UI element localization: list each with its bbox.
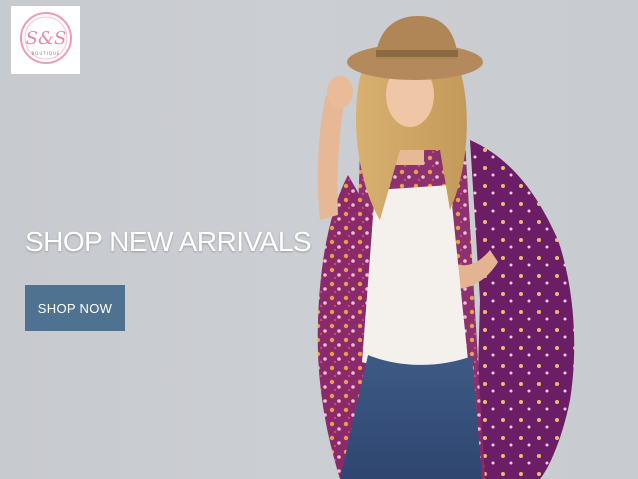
hero-banner: S&S BOUTIQUE SHOP NEW ARRIVALS SHOP NOW	[0, 0, 638, 479]
brand-logo[interactable]: S&S BOUTIQUE	[11, 6, 80, 74]
logo-text: S&S	[25, 28, 66, 49]
hero-headline: SHOP NEW ARRIVALS	[25, 226, 312, 257]
brand-logo-mark: S&S BOUTIQUE	[19, 12, 72, 64]
hero-model-image	[317, 16, 575, 479]
logo-subtext: BOUTIQUE	[31, 51, 60, 56]
shop-now-button[interactable]: SHOP NOW	[25, 285, 125, 331]
